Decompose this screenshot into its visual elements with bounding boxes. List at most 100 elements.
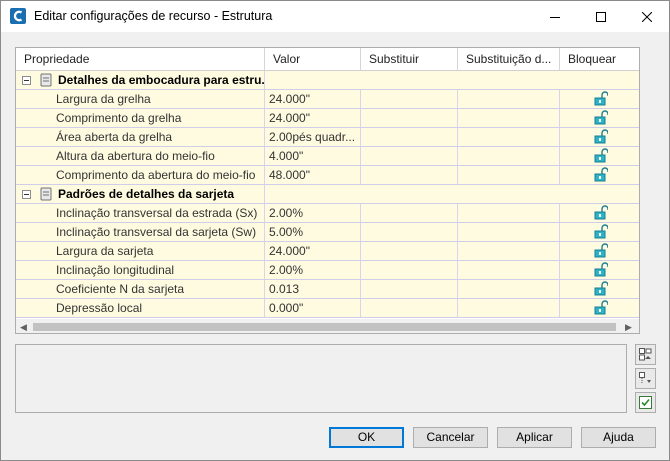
ok-button[interactable]: OK (329, 427, 404, 448)
lock-cell[interactable] (560, 242, 639, 260)
scroll-left-icon[interactable]: ◀ (20, 323, 27, 332)
override-cell[interactable] (361, 223, 458, 241)
property-value[interactable]: 24.000" (265, 242, 361, 260)
override-value-cell[interactable] (458, 109, 560, 127)
property-value[interactable]: 48.000" (265, 166, 361, 184)
table-row[interactable]: Largura da grelha 24.000" (16, 90, 639, 109)
property-value[interactable]: 5.00% (265, 223, 361, 241)
lock-cell[interactable] (560, 166, 639, 184)
expand-all-button[interactable] (635, 368, 656, 389)
override-value-cell[interactable] (458, 166, 560, 184)
column-header-valor[interactable]: Valor (265, 48, 361, 71)
category-value-cell (265, 71, 639, 89)
property-value[interactable]: 0.000" (265, 299, 361, 317)
unlocked-padlock-icon[interactable] (594, 243, 608, 258)
override-cell[interactable] (361, 242, 458, 260)
grid-rows: Detalhes da embocadura para estru... Lar… (16, 71, 639, 319)
maximize-icon (596, 11, 606, 22)
unlocked-padlock-icon[interactable] (594, 110, 608, 125)
unlocked-padlock-icon[interactable] (594, 281, 608, 296)
table-row[interactable]: Depressão local 0.000" (16, 299, 639, 318)
override-value-cell[interactable] (458, 90, 560, 108)
column-header-substituir[interactable]: Substituir (361, 48, 458, 71)
close-button[interactable] (624, 1, 670, 32)
table-row[interactable]: Inclinação transversal da estrada (Sx) 2… (16, 204, 639, 223)
help-button[interactable]: Ajuda (581, 427, 656, 448)
property-name: Comprimento da abertura do meio-fio (36, 166, 265, 184)
override-cell[interactable] (361, 280, 458, 298)
horizontal-scroll-thumb[interactable] (33, 323, 616, 331)
lock-cell[interactable] (560, 147, 639, 165)
category-cell: Detalhes da embocadura para estru... (36, 71, 265, 89)
override-value-cell[interactable] (458, 280, 560, 298)
category-row[interactable]: Padrões de detalhes da sarjeta (16, 185, 639, 204)
unlocked-padlock-icon[interactable] (594, 300, 608, 315)
lock-cell[interactable] (560, 299, 639, 317)
unlocked-padlock-icon[interactable] (594, 91, 608, 106)
table-row[interactable]: Altura da abertura do meio-fio 4.000" (16, 147, 639, 166)
collapse-icon[interactable] (22, 190, 31, 199)
table-row[interactable]: Comprimento da grelha 24.000" (16, 109, 639, 128)
minimize-button[interactable] (532, 1, 578, 32)
unlocked-padlock-icon[interactable] (594, 167, 608, 182)
column-header-bloquear[interactable]: Bloquear (560, 48, 639, 71)
cancel-button[interactable]: Cancelar (413, 427, 488, 448)
override-cell[interactable] (361, 166, 458, 184)
maximize-button[interactable] (578, 1, 624, 32)
property-value[interactable]: 2.00pés quadr... (265, 128, 361, 146)
property-name: Inclinação transversal da estrada (Sx) (36, 204, 265, 222)
unlocked-padlock-icon[interactable] (594, 262, 608, 277)
column-header-substituicao[interactable]: Substituição d... (458, 48, 560, 71)
override-cell[interactable] (361, 90, 458, 108)
lock-cell[interactable] (560, 204, 639, 222)
table-row[interactable]: Largura da sarjeta 24.000" (16, 242, 639, 261)
category-value-cell (265, 185, 639, 203)
lock-cell[interactable] (560, 109, 639, 127)
unlocked-padlock-icon[interactable] (594, 148, 608, 163)
property-value[interactable]: 2.00% (265, 261, 361, 279)
override-cell[interactable] (361, 204, 458, 222)
categorized-icon (639, 348, 652, 361)
override-cell[interactable] (361, 299, 458, 317)
lock-cell[interactable] (560, 280, 639, 298)
override-cell[interactable] (361, 128, 458, 146)
table-row[interactable]: Inclinação longitudinal 2.00% (16, 261, 639, 280)
table-row[interactable]: Inclinação transversal da sarjeta (Sw) 5… (16, 223, 639, 242)
category-row[interactable]: Detalhes da embocadura para estru... (16, 71, 639, 90)
override-value-cell[interactable] (458, 128, 560, 146)
override-value-cell[interactable] (458, 204, 560, 222)
column-header-propriedade[interactable]: Propriedade (16, 48, 265, 71)
override-cell[interactable] (361, 109, 458, 127)
lock-cell[interactable] (560, 223, 639, 241)
table-row[interactable]: Comprimento da abertura do meio-fio 48.0… (16, 166, 639, 185)
override-value-cell[interactable] (458, 223, 560, 241)
lock-cell[interactable] (560, 128, 639, 146)
property-value[interactable]: 24.000" (265, 90, 361, 108)
override-value-cell[interactable] (458, 261, 560, 279)
table-row[interactable]: Coeficiente N da sarjeta 0.013 (16, 280, 639, 299)
override-cell[interactable] (361, 261, 458, 279)
check-button[interactable] (635, 392, 656, 413)
override-value-cell[interactable] (458, 242, 560, 260)
window-title: Editar configurações de recurso - Estrut… (34, 9, 273, 23)
table-row[interactable]: Área aberta da grelha 2.00pés quadr... (16, 128, 639, 147)
lock-cell[interactable] (560, 261, 639, 279)
property-name: Depressão local (36, 299, 265, 317)
apply-button[interactable]: Aplicar (497, 427, 572, 448)
override-value-cell[interactable] (458, 147, 560, 165)
unlocked-padlock-icon[interactable] (594, 205, 608, 220)
property-value[interactable]: 0.013 (265, 280, 361, 298)
override-value-cell[interactable] (458, 299, 560, 317)
category-label: Detalhes da embocadura para estru... (58, 73, 265, 87)
categorized-view-button[interactable] (635, 344, 656, 365)
unlocked-padlock-icon[interactable] (594, 129, 608, 144)
property-value[interactable]: 4.000" (265, 147, 361, 165)
property-value[interactable]: 24.000" (265, 109, 361, 127)
vertical-scrollbar[interactable] (639, 71, 640, 319)
lock-cell[interactable] (560, 90, 639, 108)
unlocked-padlock-icon[interactable] (594, 224, 608, 239)
property-value[interactable]: 2.00% (265, 204, 361, 222)
scroll-right-icon[interactable]: ▶ (625, 323, 632, 332)
collapse-icon[interactable] (22, 76, 31, 85)
override-cell[interactable] (361, 147, 458, 165)
